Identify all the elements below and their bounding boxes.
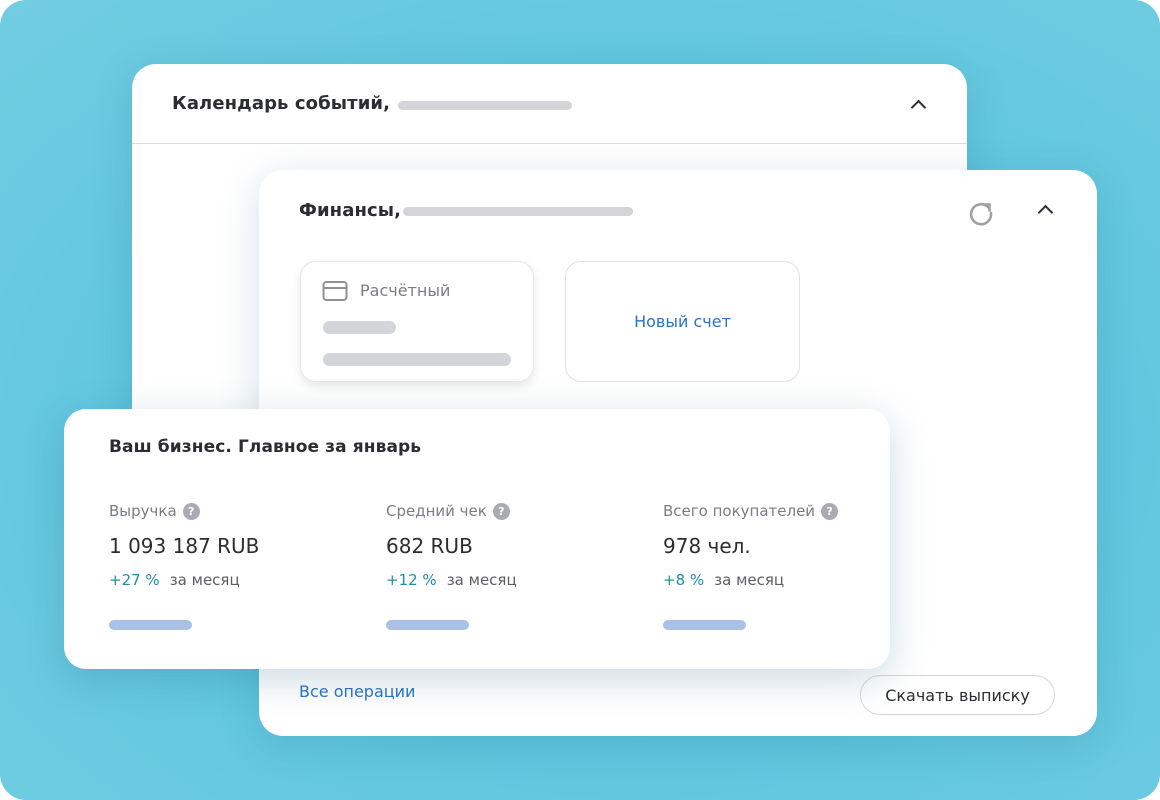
credit-card-icon [322,281,348,301]
metric-delta: +27 % за месяц [109,571,349,589]
all-operations-link[interactable]: Все операции [299,682,415,701]
metric-bar [109,620,192,630]
account-number-placeholder [323,353,511,366]
help-icon[interactable]: ? [821,503,839,520]
finance-title-placeholder [403,207,633,216]
metric-delta-percent: +27 % [109,571,160,589]
metric-label: Средний чек [386,501,487,520]
business-title: Ваш бизнес. Главное за январь [109,437,422,457]
metric-delta: +8 % за месяц [663,571,903,589]
metric-value: 682 RUB [386,534,473,558]
help-icon[interactable]: ? [492,503,510,520]
account-type-label: Расчётный [360,281,451,300]
metric-value: 978 чел. [663,534,751,558]
calendar-title-placeholder [398,101,573,110]
background: Календарь событий, Финансы, Расчётный Но… [0,0,1160,800]
finance-title: Финансы, [299,200,402,221]
calendar-header[interactable]: Календарь событий, [132,64,967,144]
metric-revenue: Выручка ? 1 093 187 RUB +27 % за месяц [109,501,349,630]
metric-delta-period: за месяц [714,571,785,589]
business-summary-card: Ваш бизнес. Главное за январь Выручка ? … [64,409,890,669]
account-balance-placeholder [323,321,396,334]
chevron-up-icon[interactable] [910,99,927,116]
metric-value: 1 093 187 RUB [109,534,260,558]
download-statement-button[interactable]: Скачать выписку [860,675,1055,715]
help-icon[interactable]: ? [182,503,200,520]
metric-bar [386,620,469,630]
new-account-label: Новый счет [634,312,731,331]
metric-average-check: Средний чек ? 682 RUB +12 % за месяц [386,501,626,630]
metric-delta-period: за месяц [446,571,517,589]
account-tile-settlement[interactable]: Расчётный [300,261,534,382]
metric-bar [663,620,746,630]
refresh-icon[interactable] [966,198,996,228]
metric-label: Выручка [109,501,177,520]
metric-label: Всего покупателей [663,501,816,520]
metric-delta-percent: +8 % [663,571,705,589]
calendar-title: Календарь событий, [172,93,391,114]
metric-delta-percent: +12 % [386,571,437,589]
metric-total-customers: Всего покупателей ? 978 чел. +8 % за меся… [663,501,903,630]
metric-delta-period: за месяц [169,571,240,589]
metric-delta: +12 % за месяц [386,571,626,589]
new-account-button[interactable]: Новый счет [565,261,800,382]
chevron-up-icon[interactable] [1037,204,1054,221]
